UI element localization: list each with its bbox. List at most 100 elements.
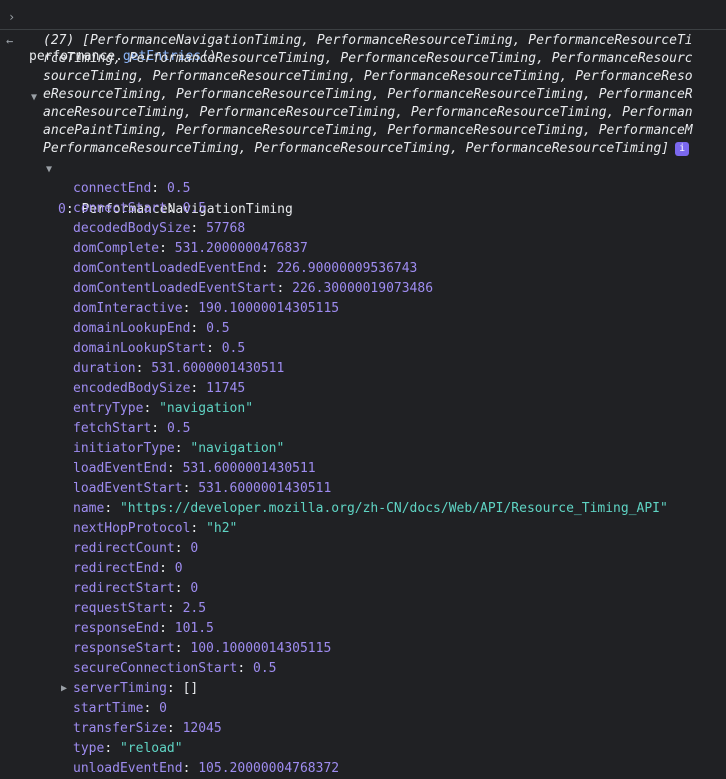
property-row: loadEventStart: 531.6000001430511: [73, 481, 332, 496]
summary-line: anceResourceTiming, PerformanceResourceT…: [43, 105, 693, 120]
summary-line: PerformanceResourceTiming, PerformanceRe…: [43, 140, 726, 158]
property-value: 2.5: [182, 601, 207, 616]
property-key: entryType: [73, 401, 144, 416]
property-row: name: "https://developer.mozilla.org/zh-…: [73, 501, 668, 516]
property-row: redirectEnd: 0: [73, 561, 183, 576]
property-row: duration: 531.6000001430511: [73, 361, 285, 376]
property-key: secureConnectionStart: [73, 661, 238, 676]
property-key: type: [73, 741, 105, 756]
property-key: encodedBodySize: [73, 381, 191, 396]
property-value: 531.6000001430511: [151, 361, 285, 376]
property-row: domComplete: 531.2000000476837: [73, 241, 308, 256]
property-row: fetchStart: 0.5: [73, 421, 191, 436]
property-value: []: [182, 681, 199, 696]
property-row: domainLookupStart: 0.5: [73, 341, 246, 356]
property-key: domainLookupStart: [73, 341, 207, 356]
property-value: 0: [174, 561, 183, 576]
property-value: 101.5: [174, 621, 214, 636]
property-key: domComplete: [73, 241, 160, 256]
property-value: 531.6000001430511: [198, 481, 332, 496]
property-value: 0.5: [253, 661, 277, 676]
property-value: 531.2000000476837: [174, 241, 308, 256]
entry-header[interactable]: ▼ 0: PerformanceNavigationTiming: [0, 160, 726, 217]
chevron-right-icon: ›: [8, 10, 16, 24]
property-value: 0.5: [206, 321, 230, 336]
property-key: domContentLoadedEventEnd: [73, 261, 261, 276]
property-value: 190.10000014305115: [198, 301, 340, 316]
property-value: 531.6000001430511: [182, 461, 316, 476]
property-row: loadEventEnd: 531.6000001430511: [73, 461, 316, 476]
expand-triangle-icon[interactable]: ▼: [46, 160, 52, 180]
property-key: domContentLoadedEventStart: [73, 281, 277, 296]
property-row: secureConnectionStart: 0.5: [73, 661, 277, 676]
property-value: 57768: [206, 221, 246, 236]
property-key: domainLookupEnd: [73, 321, 191, 336]
property-value: 0.5: [166, 181, 191, 196]
property-row: startTime: 0: [73, 701, 167, 716]
property-value: "https://developer.mozilla.org/zh-CN/doc…: [119, 501, 668, 516]
property-row: initiatorType: "navigation": [73, 441, 285, 456]
property-row: requestStart: 2.5: [73, 601, 207, 616]
property-value: 0: [190, 581, 199, 596]
property-key: name: [73, 501, 105, 516]
property-value: 226.30000019073486: [292, 281, 434, 296]
property-key: startTime: [73, 701, 144, 716]
property-row: nextHopProtocol: "h2": [73, 521, 238, 536]
property-key: transferSize: [73, 721, 167, 736]
property-value: 100.10000014305115: [190, 641, 332, 656]
property-value: 0.5: [221, 341, 246, 356]
property-key: domInteractive: [73, 301, 183, 316]
summary-line: ancePaintTiming, PerformanceResourceTimi…: [43, 123, 693, 138]
property-key: loadEventEnd: [73, 461, 167, 476]
property-value: "reload": [119, 741, 183, 756]
property-key: loadEventStart: [73, 481, 183, 496]
property-row: domainLookupEnd: 0.5: [73, 321, 230, 336]
property-row[interactable]: ▶ serverTiming: []: [0, 679, 726, 699]
property-key: redirectCount: [73, 541, 175, 556]
summary-line: (27) [PerformanceNavigationTiming, Perfo…: [43, 33, 693, 48]
property-key: nextHopProtocol: [73, 521, 191, 536]
property-value: 0.5: [166, 421, 191, 436]
expand-triangle-icon[interactable]: ▶: [61, 679, 67, 699]
array-summary[interactable]: (27) [PerformanceNavigationTiming, Perfo…: [43, 32, 726, 158]
property-row: unloadEventEnd: 105.20000004768372: [73, 761, 340, 776]
property-value: "navigation": [159, 401, 254, 416]
property-row: domContentLoadedEventEnd: 226.9000000953…: [73, 261, 418, 276]
property-key: serverTiming: [73, 681, 167, 696]
property-key: connectEnd: [73, 181, 152, 196]
property-key: requestStart: [73, 601, 167, 616]
summary-line: eResourceTiming, PerformanceResourceTimi…: [43, 87, 693, 102]
property-row: domContentLoadedEventStart: 226.30000019…: [73, 281, 434, 296]
property-row: encodedBodySize: 11745: [73, 381, 246, 396]
property-key: responseStart: [73, 641, 175, 656]
property-key: decodedBodySize: [73, 221, 191, 236]
property-row: responseEnd: 101.5: [73, 621, 214, 636]
property-value: 226.90000009536743: [276, 261, 418, 276]
property-key: duration: [73, 361, 136, 376]
property-row: transferSize: 12045: [73, 721, 222, 736]
console-input-line: › performance.getEntries(): [0, 7, 726, 64]
property-key: fetchStart: [73, 421, 152, 436]
property-key: initiatorType: [73, 441, 175, 456]
property-value: "h2": [206, 521, 238, 536]
property-row: type: "reload": [73, 741, 183, 756]
property-value: 12045: [182, 721, 222, 736]
property-value: "navigation": [190, 441, 285, 456]
return-arrow-icon: ←: [6, 34, 14, 48]
property-row: connectStart: 0.5: [73, 201, 207, 216]
info-icon[interactable]: i: [675, 141, 690, 156]
property-value: 0: [190, 541, 199, 556]
property-key: connectStart: [73, 201, 167, 216]
property-row: entryType: "navigation": [73, 401, 254, 416]
property-row: redirectCount: 0: [73, 541, 199, 556]
summary-line: rceTiming, PerformanceResourceTiming, Pe…: [43, 51, 693, 66]
property-row: responseStart: 100.10000014305115: [73, 641, 332, 656]
property-value: 11745: [206, 381, 246, 396]
property-value: 0.5: [182, 201, 207, 216]
summary-line: sourceTiming, PerformanceResourceTiming,…: [43, 69, 693, 84]
property-key: redirectStart: [73, 581, 175, 596]
property-value: 0: [159, 701, 167, 716]
property-row: connectEnd: 0.5: [73, 181, 191, 196]
expand-triangle-icon[interactable]: ▼: [31, 92, 37, 103]
property-row: domInteractive: 190.10000014305115: [73, 301, 340, 316]
